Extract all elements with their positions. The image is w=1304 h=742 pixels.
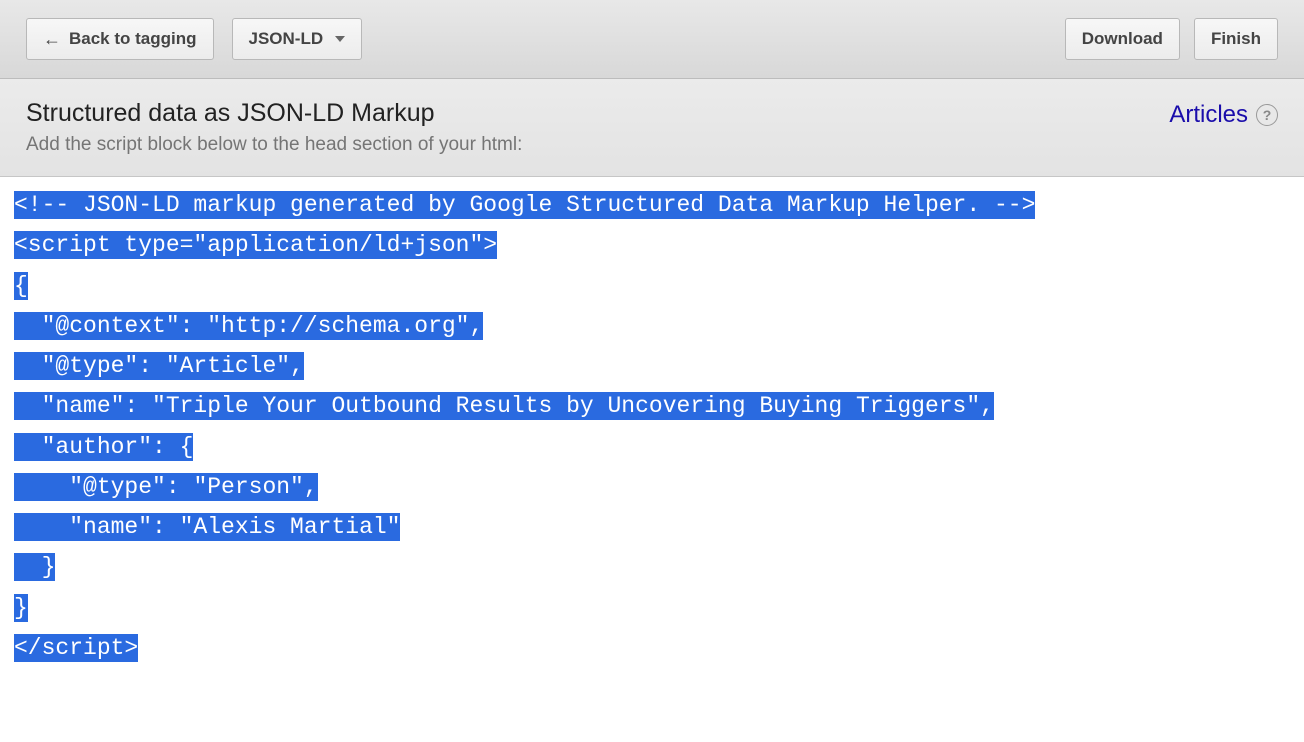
code-block[interactable]: <!-- JSON-LD markup generated by Google … [14,185,1304,668]
finish-button-label: Finish [1211,29,1261,49]
articles-link[interactable]: Articles [1169,101,1248,129]
format-dropdown[interactable]: JSON-LD [232,18,363,60]
page-description: Add the script block below to the head s… [26,134,1169,156]
caret-down-icon [335,36,345,42]
finish-button[interactable]: Finish [1194,18,1278,60]
page-title: Structured data as JSON-LD Markup [26,99,1169,128]
back-button-label: Back to tagging [69,29,197,49]
download-button-label: Download [1082,29,1163,49]
format-dropdown-label: JSON-LD [249,29,324,49]
subheader-left: Structured data as JSON-LD Markup Add th… [26,99,1169,156]
subheader-right: Articles ? [1169,99,1278,129]
help-icon[interactable]: ? [1256,104,1278,126]
subheader: Structured data as JSON-LD Markup Add th… [0,79,1304,177]
arrow-left-icon: ← [43,30,61,48]
toolbar: ← Back to tagging JSON-LD Download Finis… [0,0,1304,79]
code-area: <!-- JSON-LD markup generated by Google … [0,177,1304,668]
download-button[interactable]: Download [1065,18,1180,60]
back-to-tagging-button[interactable]: ← Back to tagging [26,18,214,60]
